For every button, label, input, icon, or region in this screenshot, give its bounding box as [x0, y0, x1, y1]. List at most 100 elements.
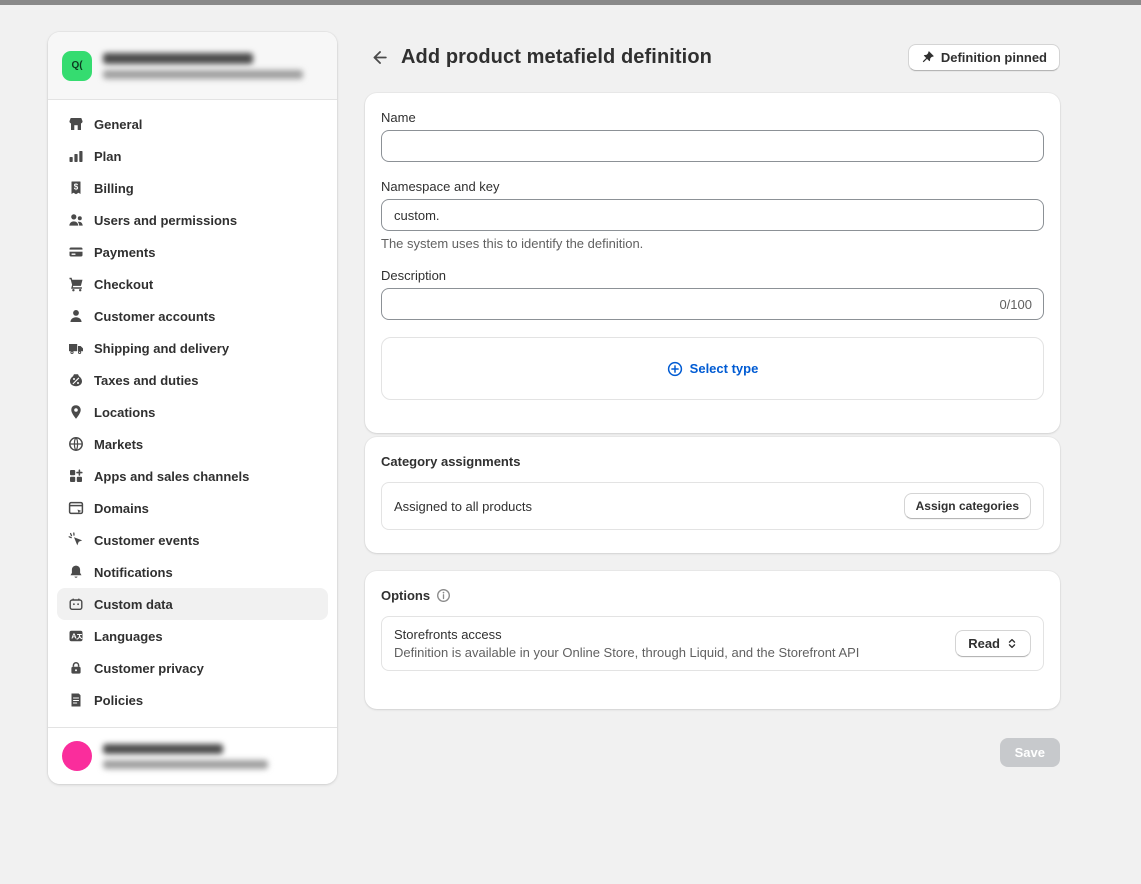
policies-icon [67, 692, 84, 709]
domains-icon [67, 500, 84, 517]
sidebar-item-label: Apps and sales channels [94, 469, 249, 484]
namespace-key-input[interactable] [381, 199, 1044, 231]
storefront-access-value: Read [968, 636, 1000, 651]
sidebar-item-label: Languages [94, 629, 163, 644]
category-assignments-card: Category assignments Assigned to all pro… [365, 437, 1060, 553]
sidebar-item-label: Checkout [94, 277, 153, 292]
store-name-redacted [103, 53, 253, 64]
page-header: Add product metafield definition Definit… [365, 40, 1060, 74]
sidebar-item-label: Plan [94, 149, 121, 164]
storefronts-access-title: Storefronts access [394, 627, 859, 642]
bell-icon [67, 564, 84, 581]
cursor-click-icon [67, 532, 84, 549]
assign-categories-label: Assign categories [916, 499, 1019, 513]
sidebar-item-label: General [94, 117, 142, 132]
category-assignments-title: Category assignments [381, 454, 1044, 469]
custom-data-icon [67, 596, 84, 613]
sidebar-item-apps-sales-channels[interactable]: Apps and sales channels [57, 460, 328, 492]
store-avatar: Q( [62, 51, 92, 81]
sidebar-item-markets[interactable]: Markets [57, 428, 328, 460]
store-header[interactable]: Q( [48, 32, 337, 100]
sidebar-item-notifications[interactable]: Notifications [57, 556, 328, 588]
user-email-redacted [103, 760, 268, 769]
sidebar-item-languages[interactable]: A Languages [57, 620, 328, 652]
sidebar-item-general[interactable]: General [57, 108, 328, 140]
select-type-button[interactable]: Select type [667, 361, 759, 377]
sidebar-item-customer-events[interactable]: Customer events [57, 524, 328, 556]
store-url-redacted [103, 70, 303, 79]
name-input[interactable] [381, 130, 1044, 162]
definition-pinned-button[interactable]: Definition pinned [908, 44, 1060, 71]
truck-icon [67, 340, 84, 357]
assign-categories-button[interactable]: Assign categories [904, 493, 1031, 519]
pinned-button-label: Definition pinned [941, 50, 1047, 65]
namespace-label: Namespace and key [381, 179, 1044, 194]
category-status-text: Assigned to all products [394, 499, 532, 514]
save-button[interactable]: Save [1000, 738, 1060, 767]
select-type-box: Select type [381, 337, 1044, 400]
sidebar-item-label: Domains [94, 501, 149, 516]
user-avatar [62, 741, 92, 771]
location-pin-icon [67, 404, 84, 421]
sidebar-item-users-permissions[interactable]: Users and permissions [57, 204, 328, 236]
billing-icon: $ [67, 180, 84, 197]
sidebar-nav: General Plan $ Billing Users and permiss… [48, 100, 337, 727]
category-assignment-row: Assigned to all products Assign categori… [381, 482, 1044, 530]
lock-icon [67, 660, 84, 677]
sidebar-item-label: Notifications [94, 565, 173, 580]
settings-sidebar: Q( General Plan $ Billing [48, 32, 337, 784]
options-title: Options [381, 588, 430, 603]
options-card: Options Storefronts access Definition is… [365, 571, 1060, 709]
plan-icon [67, 148, 84, 165]
users-icon [67, 212, 84, 229]
user-account-row[interactable] [48, 727, 337, 784]
sidebar-item-label: Taxes and duties [94, 373, 199, 388]
sidebar-item-label: Customer accounts [94, 309, 215, 324]
top-window-strip [0, 0, 1141, 5]
description-label: Description [381, 268, 1044, 283]
storefronts-access-row: Storefronts access Definition is availab… [381, 616, 1044, 671]
sidebar-item-customer-privacy[interactable]: Customer privacy [57, 652, 328, 684]
sidebar-item-domains[interactable]: Domains [57, 492, 328, 524]
sidebar-item-label: Users and permissions [94, 213, 237, 228]
name-label: Name [381, 110, 1044, 125]
payments-icon [67, 244, 84, 261]
info-icon[interactable] [436, 588, 451, 603]
sidebar-item-label: Custom data [94, 597, 173, 612]
sidebar-item-label: Payments [94, 245, 155, 260]
pin-icon [921, 50, 935, 64]
back-button[interactable] [365, 43, 393, 71]
sidebar-item-taxes[interactable]: Taxes and duties [57, 364, 328, 396]
plus-circle-icon [667, 361, 683, 377]
sidebar-item-label: Markets [94, 437, 143, 452]
chevron-updown-icon [1006, 637, 1018, 650]
sidebar-item-customer-accounts[interactable]: Customer accounts [57, 300, 328, 332]
description-field-group: Description 0/100 [381, 268, 1044, 320]
sidebar-item-label: Locations [94, 405, 155, 420]
select-type-label: Select type [690, 361, 759, 376]
sidebar-item-label: Shipping and delivery [94, 341, 229, 356]
sidebar-item-shipping[interactable]: Shipping and delivery [57, 332, 328, 364]
svg-text:A: A [71, 632, 77, 641]
user-name-redacted [103, 744, 223, 754]
storefront-access-select[interactable]: Read [955, 630, 1031, 657]
page-title: Add product metafield definition [401, 46, 712, 69]
definition-form-card: Name Namespace and key The system uses t… [365, 93, 1060, 433]
name-field-group: Name [381, 110, 1044, 162]
sidebar-item-checkout[interactable]: Checkout [57, 268, 328, 300]
cart-icon [67, 276, 84, 293]
namespace-field-group: Namespace and key The system uses this t… [381, 179, 1044, 251]
sidebar-item-plan[interactable]: Plan [57, 140, 328, 172]
sidebar-item-billing[interactable]: $ Billing [57, 172, 328, 204]
sidebar-item-policies[interactable]: Policies [57, 684, 328, 716]
sidebar-item-payments[interactable]: Payments [57, 236, 328, 268]
sidebar-item-label: Billing [94, 181, 134, 196]
sidebar-item-custom-data[interactable]: Custom data [57, 588, 328, 620]
svg-text:$: $ [73, 183, 78, 192]
description-input[interactable] [381, 288, 1044, 320]
sidebar-item-label: Customer events [94, 533, 199, 548]
namespace-help-text: The system uses this to identify the def… [381, 236, 1044, 251]
sidebar-item-locations[interactable]: Locations [57, 396, 328, 428]
globe-icon [67, 436, 84, 453]
back-arrow-icon [370, 48, 389, 67]
